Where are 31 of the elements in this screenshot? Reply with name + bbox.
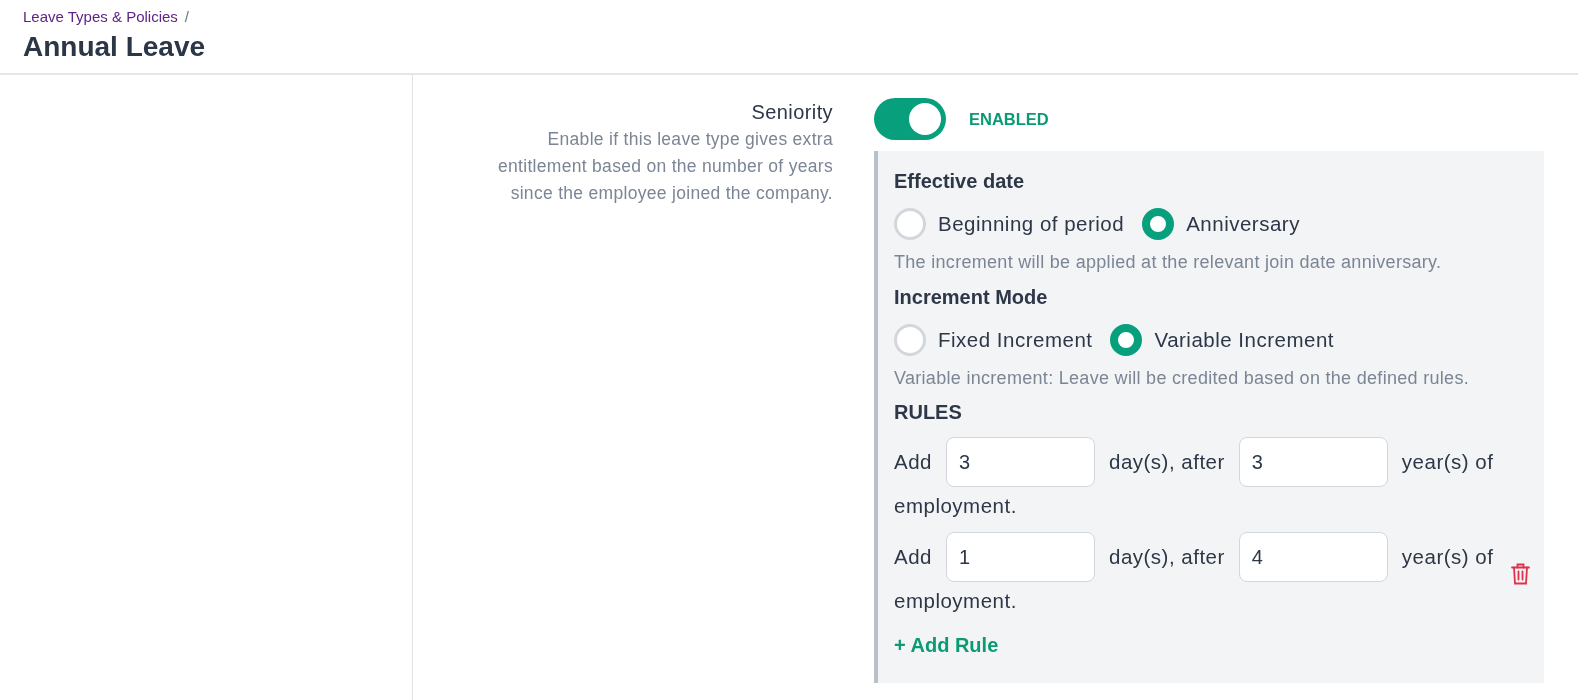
radio-option[interactable]: Beginning of period (894, 207, 1125, 241)
rule-text: year(s) of (1401, 544, 1494, 570)
rule-text: year(s) of (1401, 449, 1494, 475)
setting-description: Enable if this leave type gives extra entitlement based on the number of years since the employee joined the company. (497, 128, 833, 205)
setting-label: Seniority (750, 100, 833, 125)
breadcrumb-separator: / (184, 8, 189, 26)
page-title: Annual Leave (23, 30, 207, 64)
radio-option[interactable]: Anniversary (1142, 207, 1300, 241)
toggle-switch[interactable] (874, 98, 946, 140)
radio-icon[interactable] (1110, 324, 1143, 356)
section-heading: Effective date (894, 169, 1026, 194)
rule-text: Add (894, 449, 932, 475)
status-label: ENABLED (969, 108, 1049, 130)
breadcrumb-link[interactable]: Leave Types & Policies (23, 8, 178, 26)
radio-icon[interactable] (1142, 208, 1175, 240)
days-input[interactable]: 1 (946, 532, 1095, 582)
days-input[interactable]: 3 (946, 437, 1095, 487)
years-input[interactable]: 4 (1238, 532, 1388, 582)
section-heading: RULES (894, 400, 963, 425)
rule-text: employment. (894, 493, 1017, 519)
radio-option[interactable]: Variable Increment (1110, 323, 1335, 357)
section-heading: Increment Mode (894, 285, 1049, 310)
radio-option[interactable]: Fixed Increment (894, 323, 1093, 357)
years-input[interactable]: 3 (1238, 437, 1388, 487)
rule-text: Add (894, 544, 932, 570)
rule-text: day(s), after (1109, 544, 1225, 570)
help-text: Variable increment: Leave will be credited based on the defined rules. (894, 367, 1470, 390)
rule-text: employment. (894, 588, 1017, 614)
trash-icon[interactable] (1511, 562, 1530, 585)
help-text: The increment will be applied at the relevant join date anniversary. (894, 251, 1443, 274)
rule-text: day(s), after (1109, 449, 1225, 475)
